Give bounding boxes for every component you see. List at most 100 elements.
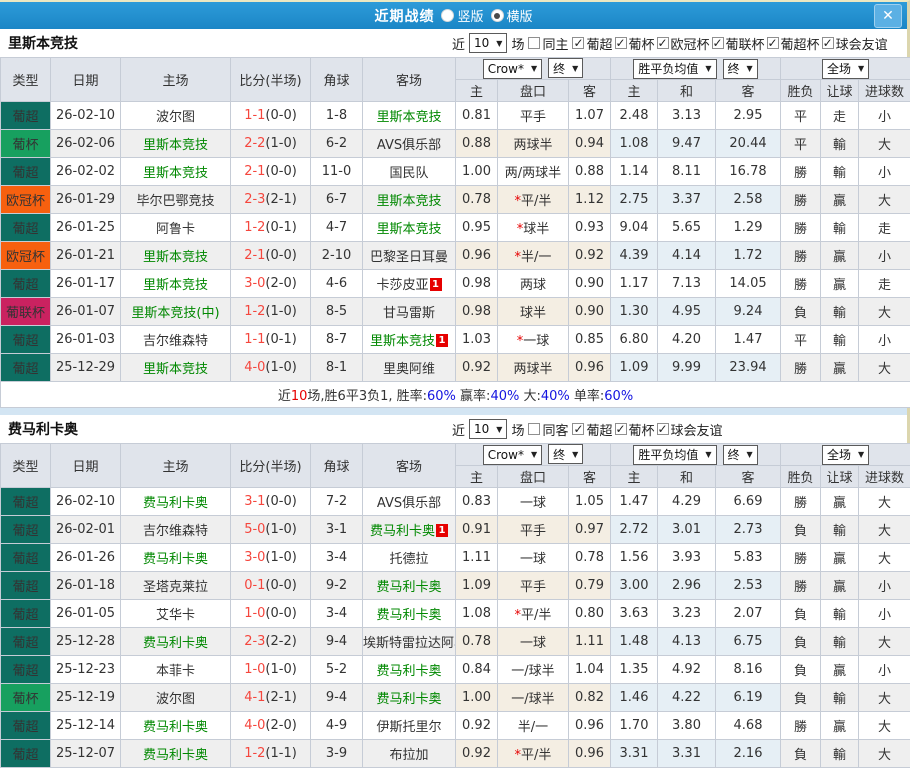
goals-result: 大 bbox=[859, 712, 910, 740]
corner-score: 11-0 bbox=[311, 158, 363, 186]
goals-result: 小 bbox=[859, 158, 910, 186]
away-odds: 0.79 bbox=[569, 572, 611, 600]
goals-result: 大 bbox=[859, 740, 910, 768]
corner-score: 8-7 bbox=[311, 326, 363, 354]
avg-home: 2.72 bbox=[611, 516, 658, 544]
match-row: 葡超26-01-05艾华卡1-0(0-0)3-4费马利卡奥1.08*平/半0.8… bbox=[1, 600, 910, 628]
scope-select[interactable]: 全场▼ bbox=[822, 59, 869, 79]
match-count-value: 10 bbox=[474, 422, 489, 436]
match-row: 葡超26-01-26费马利卡奥3-0(1-0)3-4托德拉1.11一球0.781… bbox=[1, 544, 910, 572]
league-filter-葡联杯[interactable]: 葡联杯 bbox=[712, 34, 765, 53]
score: 2-1(0-0) bbox=[231, 158, 311, 186]
scope-select[interactable]: 全场▼ bbox=[822, 445, 869, 465]
match-row: 葡超26-02-10费马利卡奥3-1(0-0)7-2AVS俱乐部0.83一球1.… bbox=[1, 488, 910, 516]
sub-header-3: 主 bbox=[611, 80, 658, 102]
wdl-result: 勝 bbox=[781, 242, 821, 270]
league-badge: 欧冠杯 bbox=[1, 186, 51, 214]
match-date: 26-01-18 bbox=[51, 572, 121, 600]
avg-away: 1.29 bbox=[716, 214, 781, 242]
home-team: 费马利卡奥 bbox=[121, 544, 231, 572]
avg-draw: 4.14 bbox=[658, 242, 716, 270]
home-odds: 0.95 bbox=[456, 214, 498, 242]
layout-horizontal-radio[interactable]: 横版 bbox=[491, 6, 533, 25]
home-team: 里斯本竞技 bbox=[121, 354, 231, 382]
wdl-result: 平 bbox=[781, 102, 821, 130]
home-odds: 1.00 bbox=[456, 684, 498, 712]
avg-time-select[interactable]: 终▼ bbox=[723, 445, 758, 465]
layout-vertical-radio[interactable]: 竖版 bbox=[441, 6, 483, 25]
home-odds: 0.88 bbox=[456, 130, 498, 158]
away-team: AVS俱乐部 bbox=[363, 130, 456, 158]
away-odds: 1.07 bbox=[569, 102, 611, 130]
avg-draw: 4.92 bbox=[658, 656, 716, 684]
match-row: 葡联杯26-01-07里斯本竞技(中)1-2(1-0)8-5甘马雷斯0.98球半… bbox=[1, 298, 910, 326]
odds-time-select[interactable]: 终▼ bbox=[548, 444, 583, 464]
home-odds: 0.92 bbox=[456, 740, 498, 768]
title-group: 近期战绩 竖版 横版 bbox=[0, 2, 907, 29]
avg-home: 2.75 bbox=[611, 186, 658, 214]
same-venue-checkbox[interactable]: 同客 bbox=[528, 420, 568, 439]
avg-type-select[interactable]: 胜平负均值▼ bbox=[633, 59, 716, 79]
odds-company-select[interactable]: Crow*▼ bbox=[483, 59, 542, 79]
avg-draw: 4.95 bbox=[658, 298, 716, 326]
goals-result: 小 bbox=[859, 102, 910, 130]
avg-draw: 5.65 bbox=[658, 214, 716, 242]
league-filter-葡杯[interactable]: 葡杯 bbox=[615, 420, 655, 439]
away-odds: 0.97 bbox=[569, 516, 611, 544]
red-card-badge: 1 bbox=[436, 334, 448, 347]
home-team: 波尔图 bbox=[121, 684, 231, 712]
match-date: 25-12-07 bbox=[51, 740, 121, 768]
section-divider bbox=[0, 408, 907, 415]
league-badge: 葡超 bbox=[1, 354, 51, 382]
away-team: 国民队 bbox=[363, 158, 456, 186]
home-team: 费马利卡奥 bbox=[121, 488, 231, 516]
odds-company-select[interactable]: Crow*▼ bbox=[483, 445, 542, 465]
avg-draw: 3.23 bbox=[658, 600, 716, 628]
avg-away: 6.75 bbox=[716, 628, 781, 656]
league-badge: 葡超 bbox=[1, 544, 51, 572]
wdl-result: 勝 bbox=[781, 186, 821, 214]
league-filter-葡超杯[interactable]: 葡超杯 bbox=[767, 34, 820, 53]
avg-time-select[interactable]: 终▼ bbox=[723, 59, 758, 79]
close-button[interactable]: ✕ bbox=[874, 4, 902, 28]
match-row: 葡超26-01-03吉尔维森特1-1(0-1)8-7里斯本竞技11.03*一球0… bbox=[1, 326, 910, 354]
avg-away: 2.16 bbox=[716, 740, 781, 768]
league-filter-葡杯[interactable]: 葡杯 bbox=[615, 34, 655, 53]
league-badge: 葡超 bbox=[1, 516, 51, 544]
avg-away: 23.94 bbox=[716, 354, 781, 382]
match-row: 葡超25-12-28费马利卡奥2-3(2-2)9-4埃斯特雷拉达阿马多拉0.78… bbox=[1, 628, 910, 656]
match-row: 葡杯26-02-06里斯本竞技2-2(1-0)6-2AVS俱乐部0.88两球半0… bbox=[1, 130, 910, 158]
match-date: 26-01-25 bbox=[51, 214, 121, 242]
avg-draw: 3.31 bbox=[658, 740, 716, 768]
league-filter-欧冠杯[interactable]: 欧冠杯 bbox=[657, 34, 710, 53]
handicap: *平/半 bbox=[498, 740, 569, 768]
league-filter-球会友谊[interactable]: 球会友谊 bbox=[657, 420, 723, 439]
col-header-1: 日期 bbox=[51, 58, 121, 102]
games-label: 场 bbox=[511, 34, 524, 53]
away-odds: 1.04 bbox=[569, 656, 611, 684]
match-count-select[interactable]: 10 ▼ bbox=[469, 419, 507, 439]
goals-result: 走 bbox=[859, 270, 910, 298]
same-venue-checkbox[interactable]: 同主 bbox=[528, 34, 568, 53]
goals-result: 小 bbox=[859, 242, 910, 270]
sub-header-6: 胜负 bbox=[781, 466, 821, 488]
handicap: *半/一 bbox=[498, 242, 569, 270]
league-filter-葡超[interactable]: 葡超 bbox=[572, 34, 612, 53]
odds-time-select[interactable]: 终▼ bbox=[548, 58, 583, 78]
avg-draw: 7.13 bbox=[658, 270, 716, 298]
home-team: 里斯本竞技 bbox=[121, 242, 231, 270]
sub-header-6: 胜负 bbox=[781, 80, 821, 102]
away-team: 里斯本竞技 bbox=[363, 214, 456, 242]
avg-home: 1.17 bbox=[611, 270, 658, 298]
league-filter-球会友谊[interactable]: 球会友谊 bbox=[822, 34, 888, 53]
league-filters: 葡超葡杯欧冠杯葡联杯葡超杯球会友谊 bbox=[572, 34, 887, 53]
avg-type-select[interactable]: 胜平负均值▼ bbox=[633, 445, 716, 465]
handicap-result: 走 bbox=[821, 102, 859, 130]
avg-away: 2.07 bbox=[716, 600, 781, 628]
away-team: 费马利卡奥1 bbox=[363, 516, 456, 544]
league-filter-葡超[interactable]: 葡超 bbox=[572, 420, 612, 439]
col-header-0: 类型 bbox=[1, 444, 51, 488]
home-team: 艾华卡 bbox=[121, 600, 231, 628]
match-count-select[interactable]: 10 ▼ bbox=[469, 33, 507, 53]
away-team: 费马利卡奥 bbox=[363, 600, 456, 628]
